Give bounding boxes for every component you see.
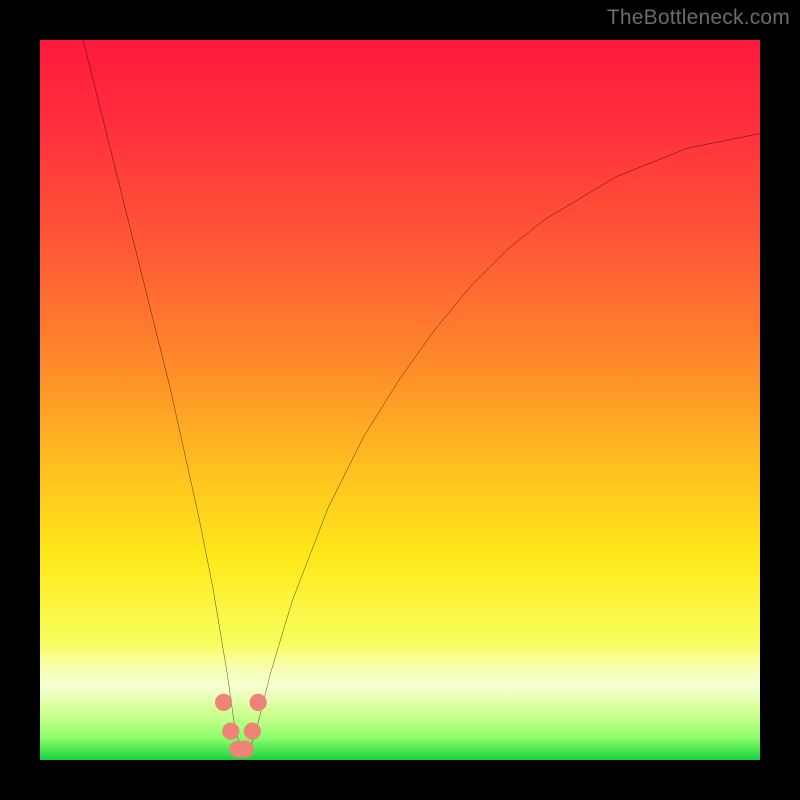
marker-dot: [244, 723, 261, 740]
bottleneck-curve: [83, 40, 760, 753]
marker-dot: [250, 694, 267, 711]
marker-dot: [222, 723, 239, 740]
marker-dot: [237, 741, 254, 758]
watermark-text: TheBottleneck.com: [607, 6, 790, 30]
highlight-dots: [215, 694, 267, 758]
marker-dot: [215, 694, 232, 711]
chart-frame: TheBottleneck.com: [0, 0, 800, 800]
curve-layer: [40, 40, 760, 760]
plot-area: [40, 40, 760, 760]
